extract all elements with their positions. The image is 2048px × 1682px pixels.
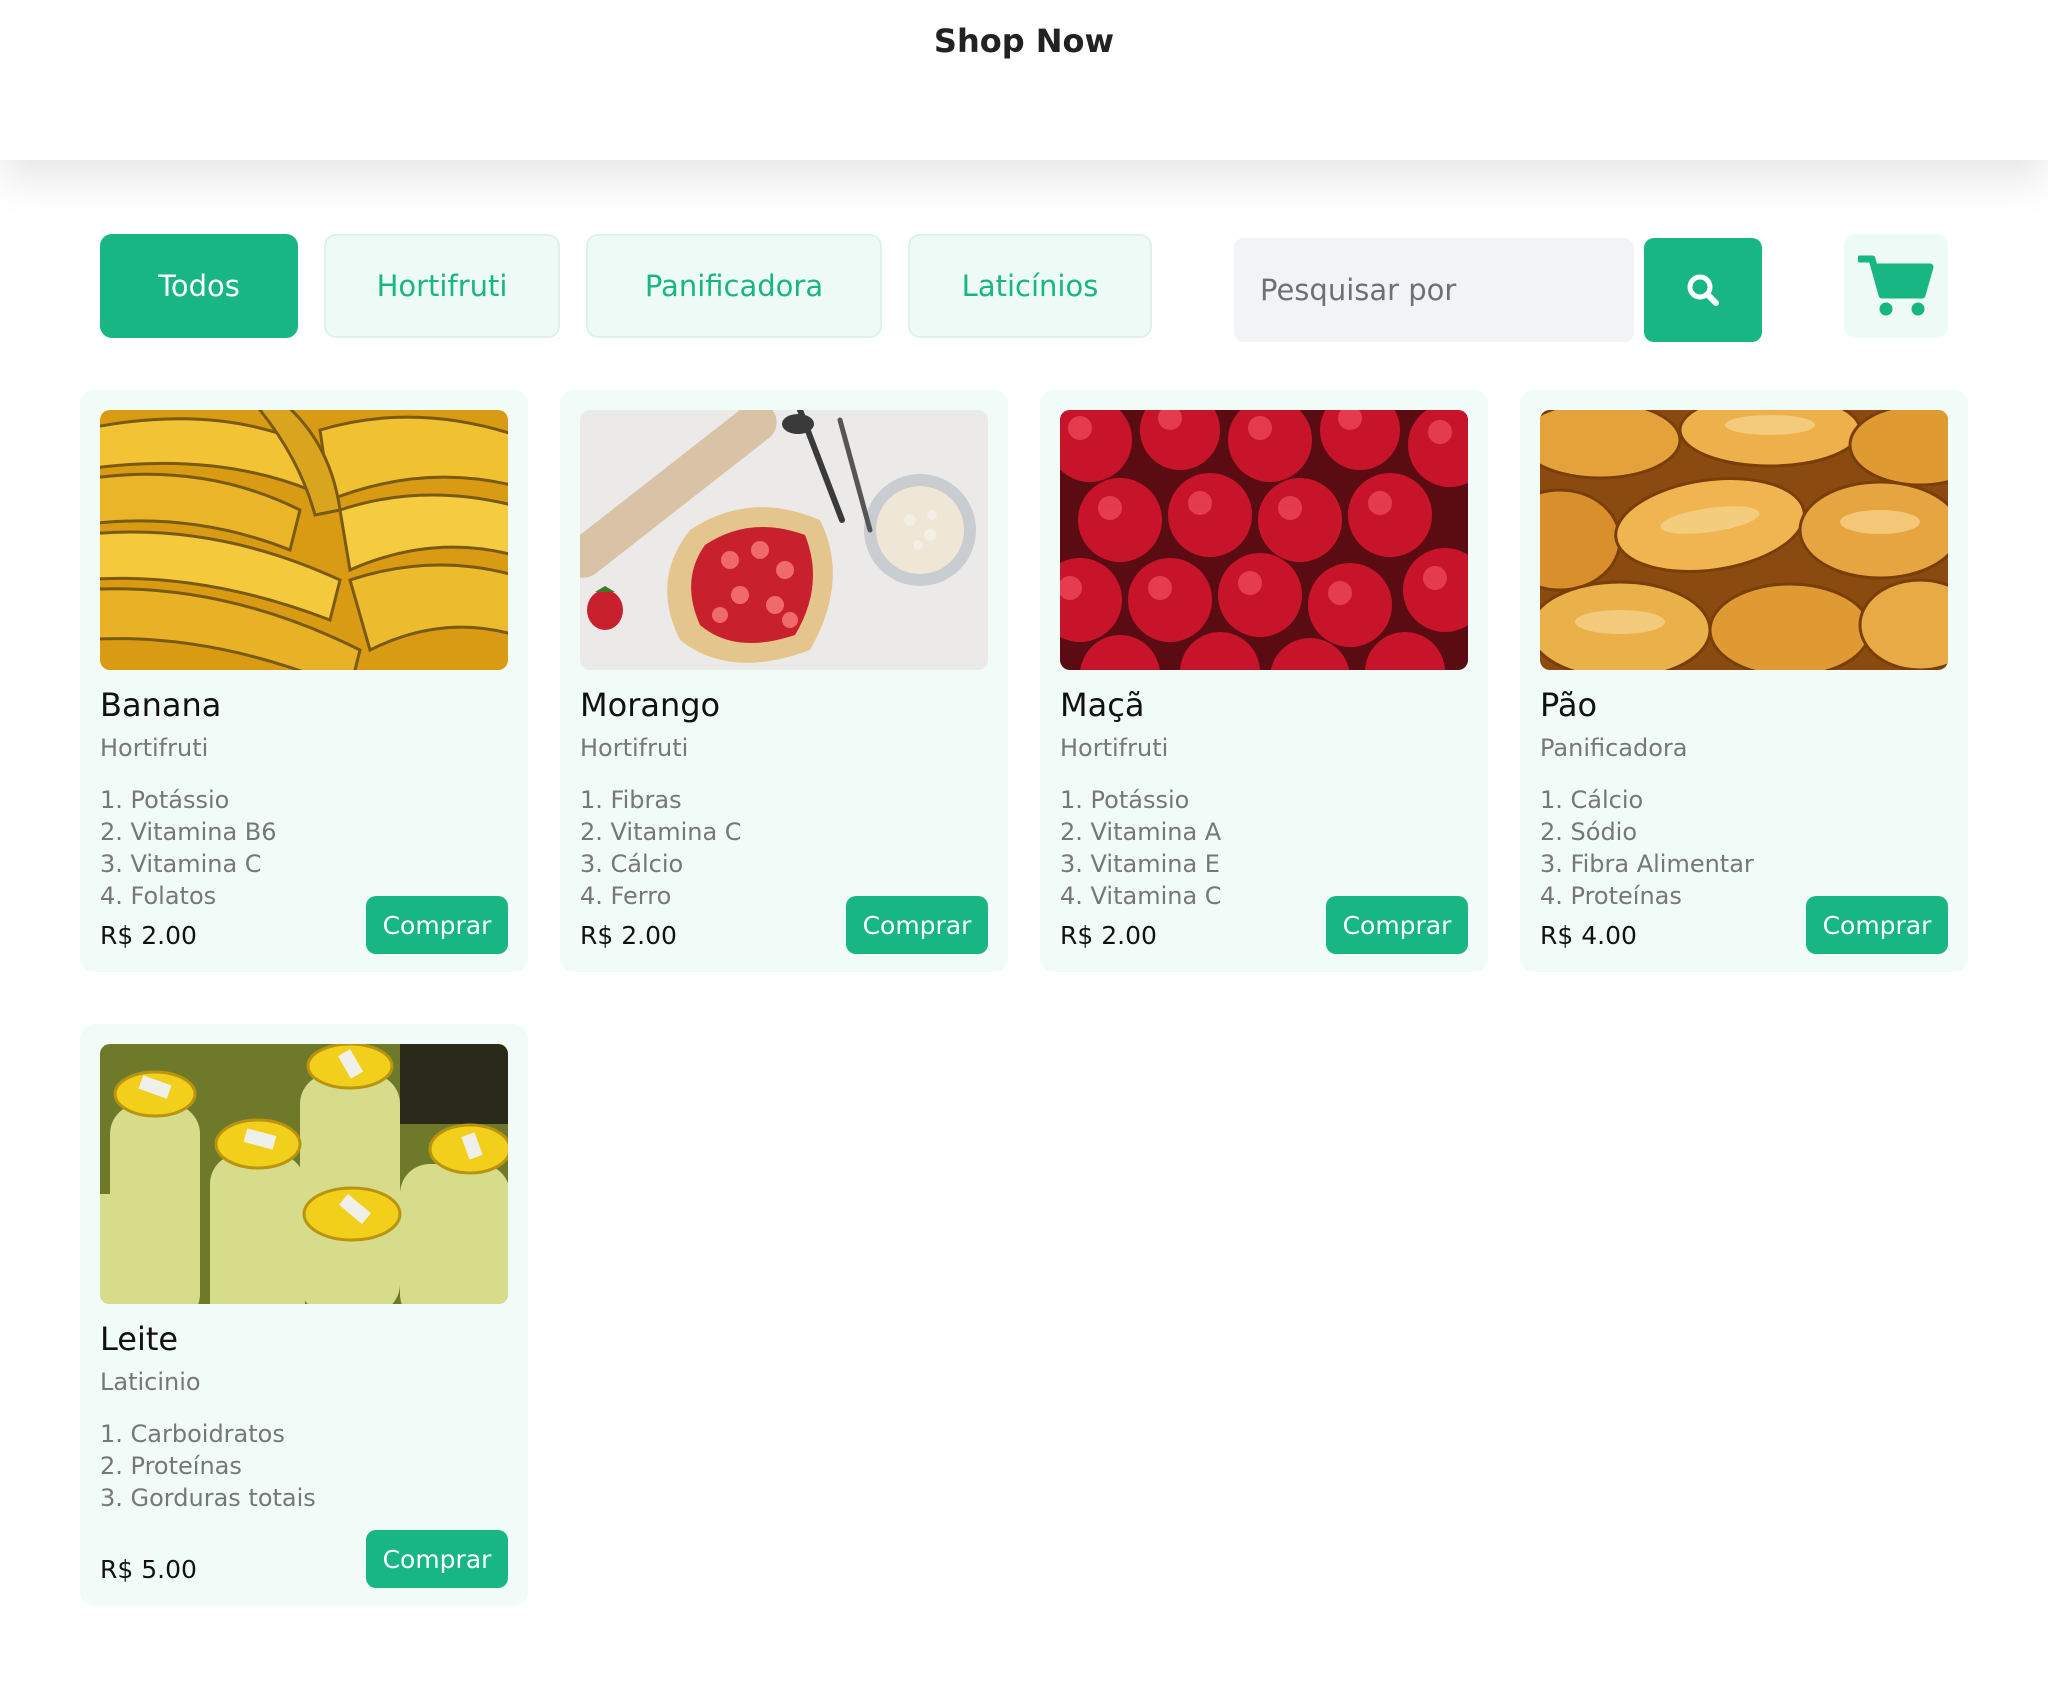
- nutrient-item: 2. Sódio: [1540, 818, 1638, 846]
- nutrient-item: 4. Ferro: [580, 882, 672, 910]
- nutrient-list: 1. Cálcio 2. Sódio 3. Fibra Alimentar 4.…: [1540, 784, 1754, 912]
- nutrient-item: 3. Vitamina E: [1060, 850, 1220, 878]
- buy-button[interactable]: Comprar: [366, 896, 508, 954]
- product-price: R$ 2.00: [100, 921, 197, 950]
- search-icon: [1687, 274, 1719, 306]
- product-name: Maçã: [1060, 686, 1145, 724]
- nutrient-item: 3. Fibra Alimentar: [1540, 850, 1754, 878]
- filter-panificadora[interactable]: Panificadora: [586, 234, 882, 338]
- milk-bottles-photo: [100, 1044, 508, 1304]
- top-header: Shop Now: [0, 0, 2048, 160]
- nutrient-item: 3. Gorduras totais: [100, 1484, 316, 1512]
- nutrient-list: 1. Potássio 2. Vitamina B6 3. Vitamina C…: [100, 784, 277, 912]
- product-name: Morango: [580, 686, 721, 724]
- product-card-pao: Pão Panificadora 1. Cálcio 2. Sódio 3. F…: [1520, 390, 1968, 972]
- page-title: Shop Now: [933, 22, 1115, 60]
- product-name: Leite: [100, 1320, 179, 1358]
- nutrient-list: 1. Fibras 2. Vitamina C 3. Cálcio 4. Fer…: [580, 784, 742, 912]
- nutrient-item: 1. Fibras: [580, 786, 682, 814]
- filter-hortifruti[interactable]: Hortifruti: [324, 234, 560, 338]
- nutrient-item: 2. Vitamina C: [580, 818, 742, 846]
- search-input[interactable]: [1234, 238, 1634, 342]
- product-card-banana: Banana Hortifruti 1. Potássio 2. Vitamin…: [80, 390, 528, 972]
- nutrient-item: 4. Proteínas: [1540, 882, 1682, 910]
- nutrient-item: 1. Cálcio: [1540, 786, 1644, 814]
- product-price: R$ 2.00: [580, 921, 677, 950]
- product-card-maca: Maçã Hortifruti 1. Potássio 2. Vitamina …: [1040, 390, 1488, 972]
- product-card-morango: Morango Hortifruti 1. Fibras 2. Vitamina…: [560, 390, 1008, 972]
- nutrient-item: 2. Vitamina B6: [100, 818, 277, 846]
- product-name: Banana: [100, 686, 222, 724]
- cart-icon: [1858, 255, 1934, 316]
- product-category: Hortifruti: [100, 734, 209, 762]
- product-price: R$ 2.00: [1060, 921, 1157, 950]
- nutrient-item: 1. Potássio: [100, 786, 230, 814]
- product-category: Hortifruti: [1060, 734, 1169, 762]
- filter-laticinios[interactable]: Laticínios: [908, 234, 1152, 338]
- nutrient-item: 4. Vitamina C: [1060, 882, 1222, 910]
- product-name: Pão: [1540, 686, 1598, 724]
- filter-todos[interactable]: Todos: [100, 234, 298, 338]
- nutrient-item: 4. Folatos: [100, 882, 217, 910]
- buy-button[interactable]: Comprar: [1326, 896, 1468, 954]
- nutrient-item: 2. Proteínas: [100, 1452, 242, 1480]
- product-card-leite: Leite Laticinio 1. Carboidratos 2. Prote…: [80, 1024, 528, 1606]
- product-category: Laticinio: [100, 1368, 201, 1396]
- nutrient-list: 1. Potássio 2. Vitamina A 3. Vitamina E …: [1060, 784, 1222, 912]
- nutrient-item: 1. Carboidratos: [100, 1420, 285, 1448]
- buy-button[interactable]: Comprar: [1806, 896, 1948, 954]
- nutrient-item: 1. Potássio: [1060, 786, 1190, 814]
- cart-button[interactable]: [1844, 234, 1948, 338]
- product-price: R$ 5.00: [100, 1555, 197, 1584]
- product-category: Panificadora: [1540, 734, 1688, 762]
- buy-button[interactable]: Comprar: [846, 896, 988, 954]
- strawberry-tart-photo: [580, 410, 988, 670]
- search-button[interactable]: [1644, 238, 1762, 342]
- nutrient-item: 3. Cálcio: [580, 850, 684, 878]
- apples-photo: [1060, 410, 1468, 670]
- bread-photo: [1540, 410, 1948, 670]
- bananas-photo: [100, 410, 508, 670]
- nutrient-item: 3. Vitamina C: [100, 850, 262, 878]
- product-category: Hortifruti: [580, 734, 689, 762]
- nutrient-item: 2. Vitamina A: [1060, 818, 1222, 846]
- buy-button[interactable]: Comprar: [366, 1530, 508, 1588]
- product-price: R$ 4.00: [1540, 921, 1637, 950]
- nutrient-list: 1. Carboidratos 2. Proteínas 3. Gorduras…: [100, 1418, 316, 1514]
